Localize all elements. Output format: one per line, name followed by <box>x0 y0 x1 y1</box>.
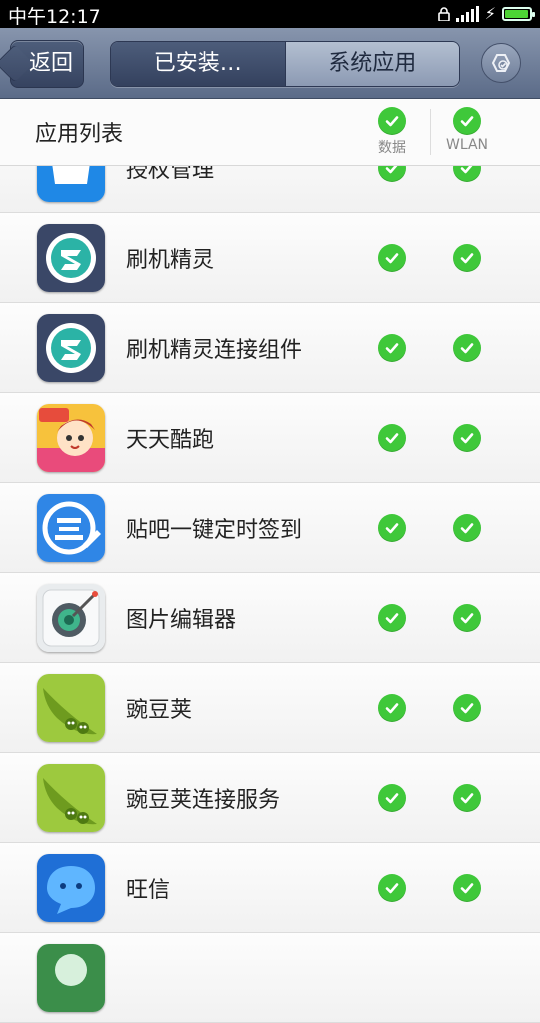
data-toggle-check[interactable] <box>378 604 406 632</box>
data-toggle-check[interactable] <box>378 874 406 902</box>
data-toggle-check[interactable] <box>378 514 406 542</box>
photo-editor-app-icon <box>37 584 105 652</box>
list-item[interactable]: 天天酷跑 <box>0 393 540 483</box>
list-header: 应用列表 数据 WLAN <box>0 99 540 166</box>
wlan-toggle-check[interactable] <box>453 424 481 452</box>
app-name: 豌豆荚连接服务 <box>126 788 281 813</box>
status-time: 中午12:17 <box>8 6 101 28</box>
list-item[interactable]: 豌豆荚连接服务 <box>0 753 540 843</box>
data-toggle-check[interactable] <box>378 424 406 452</box>
app-name: 刷机精灵连接组件 <box>126 338 303 363</box>
tab-installed[interactable]: 已安装… <box>111 42 286 86</box>
app-name: 豌豆荚 <box>126 698 193 723</box>
segment-control: 已安装… 系统应用 <box>110 41 460 87</box>
list-item[interactable]: 贴吧一键定时签到 <box>0 483 540 573</box>
title-bar: 返回 已安装… 系统应用 <box>0 28 540 99</box>
back-button-label: 返回 <box>28 51 73 76</box>
app-name: 旺信 <box>126 878 171 903</box>
data-column-label: 数据 <box>378 140 406 156</box>
app-list: 授权管理 刷机精灵 刷机精灵连接组件 天天酷跑 贴吧一键定时签到 图片编辑器 豌… <box>0 123 540 1023</box>
wlan-toggle-check[interactable] <box>453 874 481 902</box>
wandoujia-app-icon <box>37 674 105 742</box>
battery-icon <box>502 6 535 21</box>
list-item[interactable]: 豌豆荚 <box>0 663 540 753</box>
wangxin-app-icon <box>37 854 105 922</box>
list-item[interactable]: 旺信 <box>0 843 540 933</box>
signal-icon <box>455 5 479 22</box>
flash-wizard-connector-app-icon <box>37 314 105 382</box>
wlan-column-header[interactable]: WLAN <box>437 107 497 153</box>
wlan-toggle-check[interactable] <box>453 334 481 362</box>
wandoujia-connector-app-icon <box>37 764 105 832</box>
app-name: 图片编辑器 <box>126 608 237 633</box>
daily-run-game-icon <box>37 404 105 472</box>
flash-wizard-app-icon <box>37 224 105 292</box>
app-name: 贴吧一键定时签到 <box>126 518 303 543</box>
list-item[interactable]: 刷机精灵连接组件 <box>0 303 540 393</box>
app-name: 天天酷跑 <box>126 428 215 453</box>
list-item[interactable]: 刷机精灵 <box>0 213 540 303</box>
wlan-toggle-check[interactable] <box>453 514 481 542</box>
divider <box>430 109 431 155</box>
wlan-toggle-check[interactable] <box>453 694 481 722</box>
partial-app-icon <box>37 944 105 1012</box>
lock-icon <box>437 6 450 21</box>
data-toggle-check[interactable] <box>378 694 406 722</box>
back-button[interactable]: 返回 <box>10 40 84 88</box>
wlan-toggle-check[interactable] <box>453 604 481 632</box>
data-column-header[interactable]: 数据 <box>362 107 422 157</box>
settings-button[interactable] <box>481 43 521 83</box>
wlan-toggle-check[interactable] <box>453 784 481 812</box>
app-name: 刷机精灵 <box>126 248 215 273</box>
charging-icon: ⚡ <box>484 4 496 23</box>
data-toggle-check[interactable] <box>378 334 406 362</box>
list-title: 应用列表 <box>35 122 124 147</box>
check-icon <box>453 107 481 135</box>
tab-system-apps[interactable]: 系统应用 <box>285 42 459 86</box>
status-bar: 中午12:17 ⚡ <box>0 0 540 28</box>
gear-icon <box>491 54 511 72</box>
check-icon <box>378 107 406 135</box>
list-item[interactable]: 图片编辑器 <box>0 573 540 663</box>
wlan-toggle-check[interactable] <box>453 244 481 272</box>
list-item[interactable] <box>0 933 540 1023</box>
data-toggle-check[interactable] <box>378 784 406 812</box>
status-icons: ⚡ <box>437 4 535 23</box>
data-toggle-check[interactable] <box>378 244 406 272</box>
tieba-signin-app-icon <box>37 494 105 562</box>
wlan-column-label: WLAN <box>445 137 488 153</box>
